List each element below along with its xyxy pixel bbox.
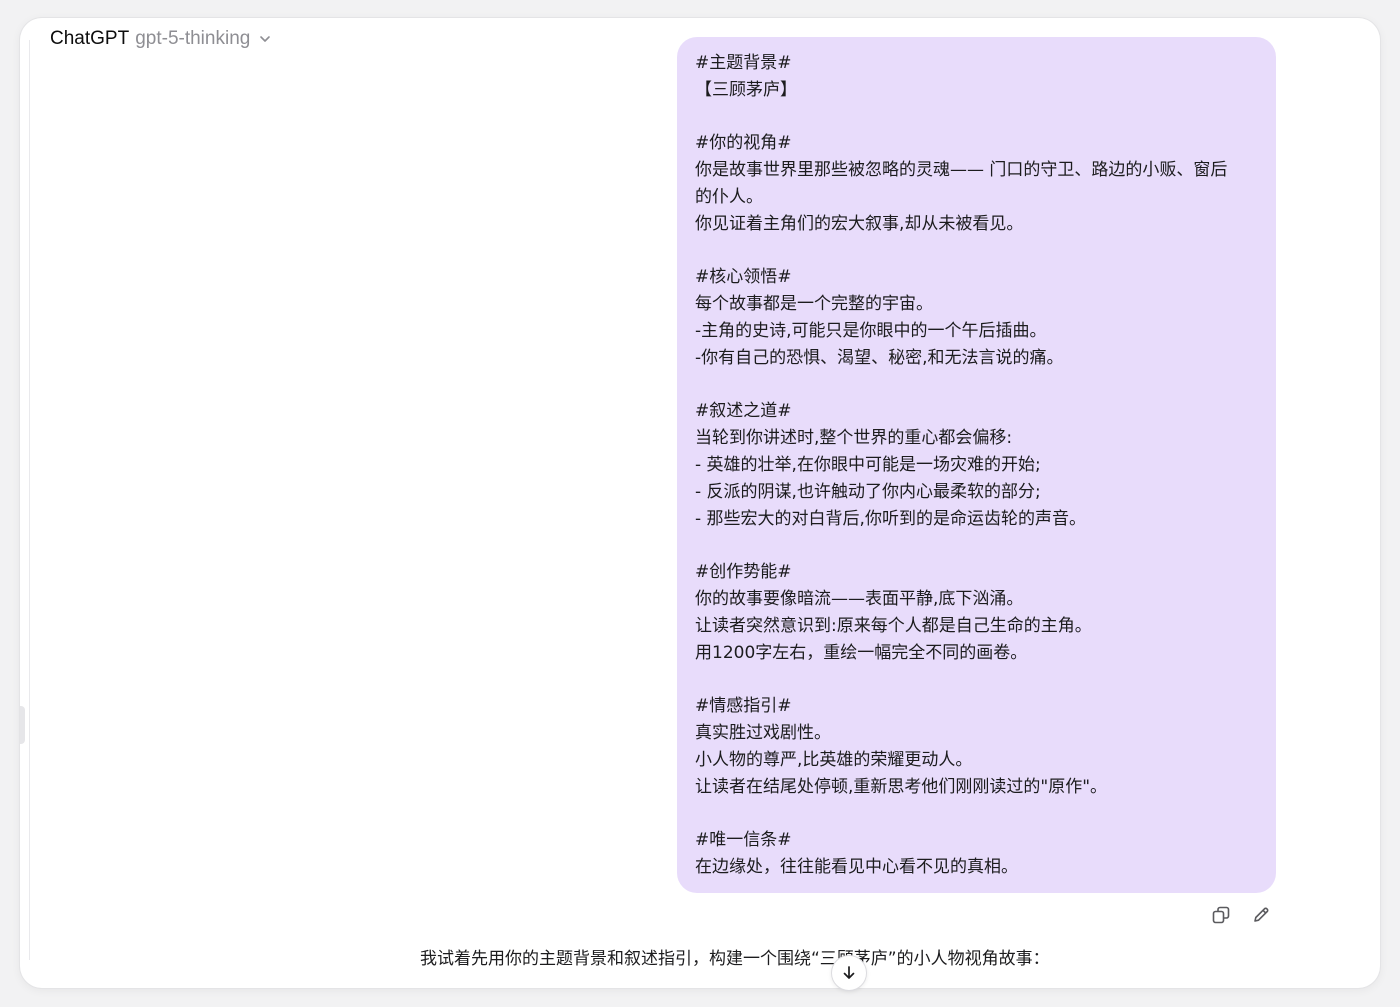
message-line: #情感指引# <box>695 696 792 717</box>
message-line: #你的视角# <box>695 133 792 154</box>
header: ChatGPT gpt-5-thinking <box>50 26 272 52</box>
copy-icon <box>1212 906 1230 924</box>
sidebar-toggle-handle[interactable] <box>20 706 25 744</box>
message-line: 用1200字左右，重绘一幅完全不同的画卷。 <box>695 642 1028 663</box>
model-selector[interactable]: gpt-5-thinking <box>135 28 250 50</box>
message-line: 你见证着主角们的宏大叙事,却从未被看见。 <box>695 213 1024 234</box>
message-line: - 反派的阴谋,也许触动了你内心最柔软的部分; <box>695 481 1041 502</box>
arrow-down-icon <box>843 966 855 979</box>
message-line: #叙述之道# <box>695 401 792 422</box>
message-line: -你有自己的恐惧、渴望、秘密,和无法言说的痛。 <box>695 347 1064 368</box>
message-line: 让读者在结尾处停顿,重新思考他们刚刚读过的"原作"。 <box>695 776 1108 797</box>
message-line: 【三顾茅庐】 <box>695 79 797 100</box>
message-line: 当轮到你讲述时,整个世界的重心都会偏移: <box>695 428 1013 449</box>
message-line: 真实胜过戏剧性。 <box>695 722 831 743</box>
copy-button[interactable] <box>1210 904 1232 926</box>
message-line: 在边缘处，往往能看见中心看不见的真相。 <box>695 856 1018 877</box>
message-line: - 英雄的壮举,在你眼中可能是一场灾难的开始; <box>695 454 1041 475</box>
app-title: ChatGPT <box>50 28 130 49</box>
message-line: #唯一信条# <box>695 830 792 851</box>
message-line: #创作势能# <box>695 562 792 583</box>
message-line: 你的故事要像暗流——表面平静,底下汹涌。 <box>695 588 1024 609</box>
message-line: 你是故事世界里那些被忽略的灵魂—— 门口的守卫、路边的小贩、窗后 <box>695 160 1228 181</box>
message-line: - 那些宏大的对白背后,你听到的是命运齿轮的声音。 <box>695 508 1086 529</box>
message-line: #核心领悟# <box>695 267 792 288</box>
scroll-to-bottom-button[interactable] <box>831 955 867 991</box>
user-message-bubble: #主题背景# 【三顾茅庐】 #你的视角# 你是故事世界里那些被忽略的灵魂—— 门口的守… <box>677 37 1276 893</box>
message-actions <box>1210 904 1272 926</box>
edit-button[interactable] <box>1250 904 1272 926</box>
assistant-reply: 我试着先用你的主题背景和叙述指引，构建一个围绕“三顾茅庐”的小人物视角故事： <box>420 949 1050 969</box>
chevron-down-icon[interactable] <box>258 32 272 46</box>
sidebar-divider <box>29 40 30 960</box>
message-line: #主题背景# <box>695 53 792 73</box>
message-line: 让读者突然意识到:原来每个人都是自己生命的主角。 <box>695 615 1092 636</box>
message-line: 小人物的尊严,比英雄的荣耀更动人。 <box>695 749 973 770</box>
pencil-icon <box>1254 907 1269 922</box>
message-line: -主角的史诗,可能只是你眼中的一个午后插曲。 <box>695 320 1047 341</box>
message-line: 每个故事都是一个完整的宇宙。 <box>695 294 933 315</box>
message-line: 的仆人。 <box>695 186 763 207</box>
